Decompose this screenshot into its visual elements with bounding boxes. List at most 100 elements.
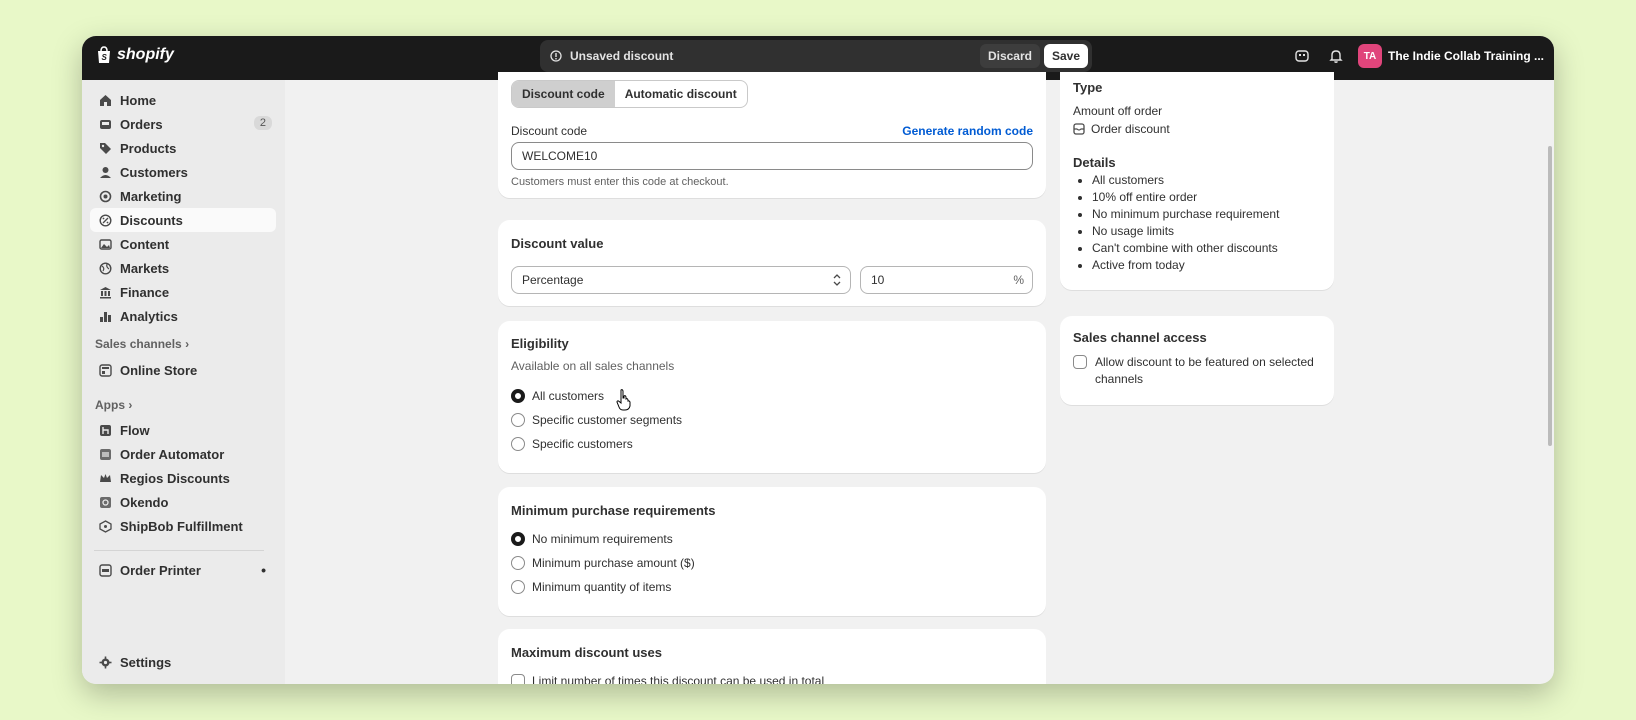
method-toggle: Discount code Automatic discount xyxy=(511,80,748,108)
shopify-logo[interactable]: S shopify xyxy=(96,46,174,64)
sidebar-item-online-store[interactable]: Online Store xyxy=(90,358,276,382)
sidebar-item-customers[interactable]: Customers xyxy=(90,160,276,184)
sidebar: Home Orders 2 Products Customers Marketi… xyxy=(82,80,285,684)
list-item: All customers xyxy=(1092,172,1279,189)
feature-channels-checkbox-row[interactable]: Allow discount to be featured on selecte… xyxy=(1073,354,1323,388)
sidebar-item-label: Customers xyxy=(120,164,188,180)
app-window: S shopify Unsaved discount Discard Save … xyxy=(82,36,1554,684)
inbox-icon xyxy=(98,117,112,131)
person-icon xyxy=(98,165,112,179)
bell-icon[interactable] xyxy=(1328,48,1344,64)
avatar: TA xyxy=(1357,44,1382,68)
sales-channel-title: Sales channel access xyxy=(1073,330,1207,345)
home-icon xyxy=(98,93,112,107)
sidebar-item-label: Content xyxy=(120,236,170,252)
radio-minimum-quantity[interactable]: Minimum quantity of items xyxy=(511,580,671,594)
sidebar-item-marketing[interactable]: Marketing xyxy=(90,184,276,208)
hand-cursor-icon xyxy=(616,389,631,411)
sales-channels-label: Sales channels xyxy=(95,337,182,351)
discard-button[interactable]: Discard xyxy=(979,44,1040,68)
brand-name: shopify xyxy=(117,46,174,63)
radio-selected[interactable] xyxy=(511,532,525,546)
generate-random-code-link[interactable]: Generate random code xyxy=(902,124,1033,138)
method-card: Discount code Automatic discount Discoun… xyxy=(498,72,1046,198)
save-button[interactable]: Save xyxy=(1043,44,1088,68)
radio-unselected[interactable] xyxy=(511,413,525,427)
sidebar-item-label: Marketing xyxy=(120,188,182,204)
scrollbar[interactable] xyxy=(1548,146,1552,446)
sidebar-item-label: Settings xyxy=(120,654,172,670)
details-heading: Details xyxy=(1073,155,1116,170)
discount-code-label: Discount code xyxy=(511,124,588,138)
store-menu[interactable]: TA The Indie Collab Training ... xyxy=(1357,44,1544,68)
discount-amount-value: 10 xyxy=(871,273,885,287)
checkbox-label: Limit number of times this discount can … xyxy=(532,674,825,684)
sidebar-item-label: Markets xyxy=(120,260,170,276)
sidebar-item-order-automator[interactable]: Order Automator xyxy=(90,442,276,466)
apps-heading[interactable]: Apps › xyxy=(95,398,132,412)
discount-code-help: Customers must enter this code at checko… xyxy=(511,176,729,188)
radio-no-minimum[interactable]: No minimum requirements xyxy=(511,532,673,546)
sales-channels-heading[interactable]: Sales channels › xyxy=(95,337,189,351)
discount-value-card: Discount value Percentage 10 % xyxy=(498,220,1046,306)
sidebar-item-regios-discounts[interactable]: Regios Discounts xyxy=(90,466,276,490)
radio-unselected[interactable] xyxy=(511,556,525,570)
tab-discount-code[interactable]: Discount code xyxy=(512,81,615,107)
sidebar-item-finance[interactable]: Finance xyxy=(90,280,276,304)
svg-text:S: S xyxy=(102,53,108,62)
target-icon xyxy=(98,189,112,203)
radio-unselected[interactable] xyxy=(511,580,525,594)
radio-minimum-amount[interactable]: Minimum purchase amount ($) xyxy=(511,556,695,570)
radio-label: No minimum requirements xyxy=(532,532,673,546)
shipbob-icon xyxy=(98,519,112,533)
summary-card: Type Amount off order Order discount Det… xyxy=(1060,72,1334,290)
limit-total-uses-checkbox[interactable]: Limit number of times this discount can … xyxy=(511,674,824,684)
radio-all-customers[interactable]: All customers xyxy=(511,389,604,403)
percent-suffix: % xyxy=(1013,273,1024,287)
sidebar-item-okendo[interactable]: Okendo xyxy=(90,490,276,514)
radio-label: Minimum purchase amount ($) xyxy=(532,556,695,570)
shopify-bag-icon: S xyxy=(98,46,110,63)
image-icon xyxy=(98,237,112,251)
sidebar-item-label: Online Store xyxy=(120,362,198,378)
tab-automatic-discount[interactable]: Automatic discount xyxy=(615,81,747,107)
store-icon xyxy=(98,363,112,377)
discount-code-input[interactable]: WELCOME10 xyxy=(511,142,1033,170)
sidebar-item-products[interactable]: Products xyxy=(90,136,276,160)
sidebar-item-markets[interactable]: Markets xyxy=(90,256,276,280)
bar-chart-icon xyxy=(98,309,112,323)
radio-label: All customers xyxy=(532,389,605,403)
globe-icon xyxy=(98,261,112,275)
sidebar-item-home[interactable]: Home xyxy=(90,88,276,112)
sidebar-item-content[interactable]: Content xyxy=(90,232,276,256)
sidebar-item-discounts[interactable]: Discounts xyxy=(90,208,276,232)
type-value: Amount off order xyxy=(1073,104,1163,118)
sidebar-item-shipbob[interactable]: ShipBob Fulfillment xyxy=(90,514,276,538)
discount-value-title: Discount value xyxy=(511,236,604,251)
eligibility-title: Eligibility xyxy=(511,336,569,351)
discount-amount-input[interactable]: 10 % xyxy=(860,266,1033,294)
checkbox[interactable] xyxy=(1073,355,1087,369)
radio-specific-customers[interactable]: Specific customers xyxy=(511,437,633,451)
sidebar-item-label: Regios Discounts xyxy=(120,470,230,486)
maximum-uses-title: Maximum discount uses xyxy=(511,645,662,660)
tag-icon xyxy=(98,141,112,155)
orders-count-badge: 2 xyxy=(253,116,272,130)
sidebar-item-label: Home xyxy=(120,92,157,108)
radio-specific-segments[interactable]: Specific customer segments xyxy=(511,413,682,427)
sidekick-icon[interactable] xyxy=(1294,48,1310,64)
type-heading: Type xyxy=(1073,80,1103,95)
radio-unselected[interactable] xyxy=(511,437,525,451)
sidebar-item-label: Flow xyxy=(120,422,150,438)
sidebar-item-order-printer[interactable]: Order Printer • xyxy=(90,558,276,582)
bank-icon xyxy=(98,285,112,299)
sidebar-item-analytics[interactable]: Analytics xyxy=(90,304,276,328)
checkbox[interactable] xyxy=(511,674,525,684)
sidebar-item-flow[interactable]: Flow xyxy=(90,418,276,442)
value-type-select[interactable]: Percentage xyxy=(511,266,851,294)
printer-icon xyxy=(98,563,112,577)
alert-icon xyxy=(550,50,562,62)
sidebar-item-settings[interactable]: Settings xyxy=(90,650,276,674)
sidebar-item-orders[interactable]: Orders 2 xyxy=(90,112,276,136)
radio-selected[interactable] xyxy=(511,389,525,403)
